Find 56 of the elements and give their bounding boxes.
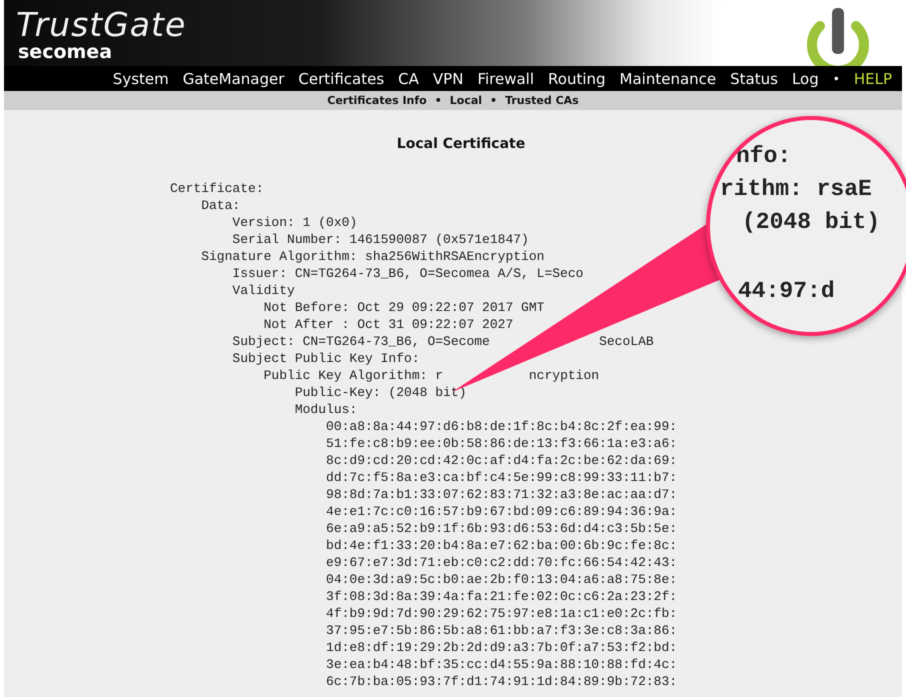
certificate-text-line: Subject: CN=TG264-73_B6, O=Secome [232,334,490,349]
certificate-text-line: Public Key Algorithm: r [264,368,444,383]
certificate-text-line: Serial Number: 1461590087 (0x571e1847) [232,232,529,247]
certificate-text-line: dd:7c:f5:8a:e3:ca:bf:c4:5e:99:c8:99:33:11:b7: [326,470,678,485]
submenu-link[interactable]: Certificates Info [327,94,427,107]
certificate-text-line: 3f:08:3d:8a:39:4a:fa:21:fe:02:0c:c6:2a:23:2f: [326,589,678,604]
menu-link[interactable]: GateManager [182,70,284,88]
product-logo-text: TrustGate [16,8,186,42]
certificate-text-line: Modulus: [294,402,358,417]
submenu-link[interactable]: Local [450,94,482,107]
submenu-separator: • [490,94,498,107]
magnified-text: rithm: rsaE [720,175,872,204]
menu-link[interactable]: Log [792,70,819,88]
magnified-text: 44:97:d [738,277,835,306]
certificate-text-line: Public-Key: (2048 bit) [294,385,466,400]
certificate-text-line: 4e:e1:7c:c0:16:57:b9:67:bd:09:c6:89:94:36:9a: [326,504,678,519]
certificate-text-line: 51:fe:c8:b9:ee:0b:58:86:de:13:f3:66:1a:e3:a6: [326,436,678,451]
menu-link[interactable]: Routing [548,70,606,88]
certificate-text-line: Validity [232,283,295,298]
certificate-text-line: 3e:ea:b4:48:bf:35:cc:d4:55:9a:88:10:88:fd:4c: [326,657,678,672]
menu-separator: • [832,72,840,86]
certificate-text-line: Version: 1 (0x0) [232,215,358,230]
menu-link[interactable]: Firewall [477,70,534,88]
magnified-text: (2048 bit) [742,208,880,237]
certificate-text-line: 6e:a9:a5:52:b9:1f:6b:93:d6:53:6d:d4:c3:5b:5e: [326,521,678,536]
menu-link[interactable]: Certificates [298,70,384,88]
certificate-text-line: Issuer: CN=TG264-73_B6, O=Secomea A/S, L=Seco [232,266,584,281]
certificate-text-line: Data: [201,198,240,213]
certificate-text-line: 04:0e:3d:a9:5c:b0:ae:2b:f0:13:04:a6:a8:75:8e: [326,572,678,587]
magnified-text: nfo: [736,142,792,171]
certificate-text-line: 4f:b9:9d:7d:90:29:62:75:97:e8:1a:c1:e0:2c:fb: [326,606,678,621]
certificate-text-line: 8c:d9:cd:20:cd:42:0c:af:d4:fa:2c:be:62:da:69: [326,453,678,468]
menu-link[interactable]: CA [398,70,419,88]
certificate-text-line: Subject Public Key Info: [232,351,420,366]
certificate-text-fragment: SecoLAB [599,334,654,349]
certificate-text-line: Signature Algorithm: sha256WithRSAEncryption [201,249,544,264]
certificate-text-line: 98:8d:7a:b1:33:07:62:83:71:32:a3:8e:ac:aa:d7: [326,487,678,502]
page-title: Local Certificate [396,136,526,152]
submenu-separator: • [434,94,442,107]
certificate-text-line: 1d:e8:df:19:29:2b:2d:d9:a3:7b:0f:a7:53:f2:bd: [326,640,678,655]
menu-link[interactable]: HELP [854,70,892,88]
menu-link[interactable]: VPN [432,70,464,88]
menu-link[interactable]: System [112,70,169,88]
submenu-link[interactable]: Trusted CAs [505,94,579,107]
certificate-text-line: bd:4e:f1:33:20:b4:8a:e7:62:ba:00:6b:9c:fe:8c: [326,538,678,553]
certificate-text-fragment: ncryption [528,368,600,383]
menu-link[interactable]: Status [730,70,778,88]
certificate-text-line: Not After : Oct 31 09:22:07 2027 [264,317,514,332]
certificate-text-line: Not Before: Oct 29 09:22:07 2017 GMT [264,300,544,315]
certificate-text-line: 37:95:e7:5b:86:5b:a8:61:bb:a7:f3:3e:c8:3a:86: [326,623,678,638]
certificate-text-line: e9:67:e7:3d:71:eb:c0:c2:dd:70:fc:66:54:42:43: [326,555,678,570]
company-logo-text: secomea [18,42,114,62]
certificate-text-line: Certificate: [170,181,264,196]
certificate-text-line: 00:a8:8a:44:97:d6:b8:de:1f:8c:b4:8c:2f:ea:99: [326,419,678,434]
menu-link[interactable]: Maintenance [620,70,716,88]
certificate-text-line: 6c:7b:ba:05:93:7f:d1:74:91:1d:84:89:9b:72:83: [326,674,678,689]
